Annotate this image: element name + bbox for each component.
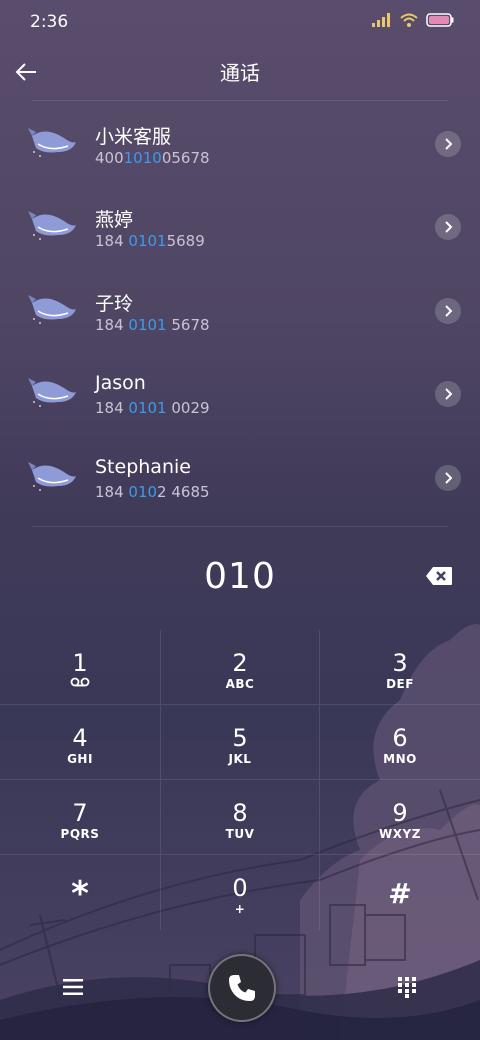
contact-detail-button[interactable]	[435, 381, 461, 408]
chevron-right-icon	[445, 388, 453, 400]
key-letters: GHI	[67, 752, 93, 766]
key-digit: 1	[72, 649, 88, 677]
key-letters: ABC	[225, 677, 255, 691]
wifi-icon	[400, 13, 418, 27]
list-item[interactable]: 燕婷 184 01015689	[0, 185, 480, 268]
key-9[interactable]: 9 WXYZ	[320, 780, 480, 855]
key-3[interactable]: 3 DEF	[320, 630, 480, 705]
dialed-number: 010	[204, 556, 276, 597]
contact-number: 400101005678	[95, 149, 210, 167]
dialpad-toggle-button[interactable]	[392, 972, 422, 1002]
key-digit: 3	[392, 649, 408, 677]
chevron-right-icon	[445, 221, 453, 234]
backspace-icon	[426, 567, 452, 585]
key-letters: WXYZ	[379, 827, 421, 841]
whale-avatar-icon	[28, 378, 76, 408]
chevron-right-icon	[445, 138, 453, 150]
contact-number: 184 01015689	[95, 232, 205, 251]
key-digit: 0	[232, 874, 248, 902]
list-item[interactable]: Stephanie 184 0102 4685	[0, 436, 480, 519]
header: 通话	[0, 44, 480, 100]
key-7[interactable]: 7 PQRS	[0, 780, 160, 855]
whale-avatar-icon	[28, 211, 76, 241]
key-digit: 8	[232, 799, 248, 827]
divider-top	[32, 100, 448, 101]
battery-icon	[426, 13, 454, 27]
contact-detail-button[interactable]	[435, 464, 461, 491]
key-6[interactable]: 6 MNO	[320, 705, 480, 780]
list-item[interactable]: Jason 184 0101 0029	[0, 352, 480, 435]
whale-avatar-icon	[28, 128, 76, 157]
dial-display: 010	[0, 548, 480, 608]
contact-name: Stephanie	[95, 455, 191, 478]
contact-detail-button[interactable]	[435, 214, 461, 241]
contact-name: 燕婷	[95, 209, 134, 232]
delete-button[interactable]	[422, 564, 456, 588]
key-digit: 4	[72, 724, 88, 752]
key-letters: TUV	[225, 827, 255, 841]
contact-number: 184 0101 0029	[95, 399, 210, 418]
key-digit: 2	[232, 649, 248, 677]
key-digit: 9	[392, 799, 408, 827]
contact-detail-button[interactable]	[435, 131, 461, 157]
key-4[interactable]: 4 GHI	[0, 705, 160, 780]
list-item[interactable]: 小米客服 400101005678	[0, 102, 480, 185]
contact-detail-button[interactable]	[435, 297, 461, 324]
phone-icon	[229, 975, 255, 1001]
key-digit: 7	[72, 799, 88, 827]
list-item[interactable]: 子玲 184 0101 5678	[0, 269, 480, 352]
page-title: 通话	[220, 61, 260, 85]
signal-icon	[372, 13, 390, 27]
menu-icon	[63, 979, 83, 995]
key-2[interactable]: 2 ABC	[160, 630, 320, 705]
whale-avatar-icon	[28, 461, 76, 491]
menu-button[interactable]	[58, 972, 88, 1002]
voicemail-icon	[70, 677, 90, 687]
status-time: 2:36	[30, 12, 69, 32]
status-icons	[372, 13, 454, 27]
key-letters: DEF	[386, 677, 414, 691]
divider-list-bottom	[32, 526, 448, 527]
contact-name: 小米客服	[95, 126, 172, 148]
bottom-bar	[0, 950, 480, 1030]
key-digit: *	[71, 874, 89, 914]
status-bar: 2:36	[0, 0, 480, 44]
key-digit: 5	[232, 724, 248, 752]
call-button[interactable]	[208, 954, 276, 1022]
key-hash[interactable]: #	[320, 855, 480, 930]
key-0[interactable]: 0 +	[160, 855, 320, 930]
contact-name: Jason	[95, 372, 146, 395]
key-letters: +	[234, 902, 246, 916]
whale-avatar-icon	[28, 294, 76, 324]
key-1[interactable]: 1	[0, 630, 160, 705]
key-digit: #	[388, 877, 412, 910]
contact-number: 184 0102 4685	[95, 482, 210, 501]
key-8[interactable]: 8 TUV	[160, 780, 320, 855]
key-digit: 6	[392, 724, 408, 752]
contact-list: 小米客服 400101005678 燕婷 184 01015689 子玲 184…	[0, 102, 480, 519]
contact-number: 184 0101 5678	[95, 315, 210, 334]
key-star[interactable]: *	[0, 855, 160, 930]
dialer-screen: 2:36 通话 小米客服 400101005678 燕婷 184 0101568…	[0, 0, 480, 1040]
chevron-right-icon	[445, 471, 453, 484]
key-letters: MNO	[383, 752, 417, 766]
keypad: 1 2 ABC 3 DEF 4 GHI 5 JKL 6 MNO 7 PQRS 8…	[0, 630, 480, 930]
key-letters: PQRS	[60, 827, 100, 841]
chevron-right-icon	[445, 305, 453, 317]
key-5[interactable]: 5 JKL	[160, 705, 320, 780]
dialpad-icon	[398, 977, 416, 998]
key-letters: JKL	[228, 752, 252, 766]
contact-name: 子玲	[95, 292, 134, 315]
